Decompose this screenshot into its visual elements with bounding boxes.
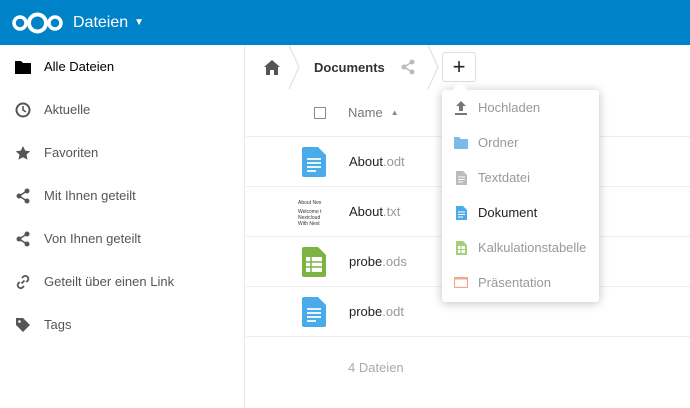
home-icon[interactable] [260,55,284,79]
file-name[interactable]: About.txt [349,204,400,219]
sidebar-item-label: Favoriten [44,145,99,160]
menu-item-label: Kalkulationstabelle [478,240,587,255]
sidebar-item-shared-with-you[interactable]: Mit Ihnen geteilt [0,174,244,217]
text-file-icon [454,170,468,185]
sidebar-item-shared-by-link[interactable]: Geteilt über einen Link [0,260,244,303]
tag-icon [14,316,32,334]
new-file-button[interactable]: + [442,52,476,82]
sort-ascending-icon: ▲ [390,108,399,117]
name-column-label: Name [348,105,383,120]
presentation-icon [454,276,468,290]
folder-icon [454,136,468,150]
star-icon [14,144,32,162]
breadcrumb-current[interactable]: Documents [314,60,385,75]
menu-item-presentation[interactable]: Präsentation [442,265,599,300]
menu-item-label: Textdatei [478,170,531,185]
document-icon [454,205,468,220]
name-column-header[interactable]: Name ▲ [348,105,399,120]
folder-icon [14,58,32,76]
sidebar: Alle Dateien Aktuelle Favoriten Mit Ihne… [0,45,245,408]
sidebar-item-label: Von Ihnen geteilt [44,231,141,246]
nextcloud-logo-icon[interactable] [10,9,65,37]
share-icon[interactable] [399,58,417,76]
link-icon [14,273,32,291]
sidebar-item-shared-by-you[interactable]: Von Ihnen geteilt [0,217,244,260]
sidebar-item-all-files[interactable]: Alle Dateien [0,45,244,88]
sidebar-item-label: Aktuelle [44,102,91,117]
app-menu-button[interactable]: Dateien ▼ [73,14,144,32]
menu-item-label: Hochladen [478,100,541,115]
spreadsheet-icon [298,246,330,278]
document-icon [298,146,330,178]
menu-item-label: Präsentation [478,275,551,290]
sidebar-item-tags[interactable]: Tags [0,303,244,346]
spreadsheet-icon [454,240,468,255]
sidebar-item-label: Mit Ihnen geteilt [44,188,136,203]
menu-item-document[interactable]: Dokument [442,195,599,230]
menu-item-upload[interactable]: Hochladen [442,90,599,125]
file-name[interactable]: probe.odt [349,304,404,319]
top-header: Dateien ▼ [0,0,690,45]
menu-item-text-file[interactable]: Textdatei [442,160,599,195]
controls-bar: Documents + [246,45,690,89]
document-icon [298,296,330,328]
text-file-thumbnail: About Nex Welcome t Nextcloud With Next [298,199,322,227]
chevron-down-icon: ▼ [134,17,145,28]
sidebar-item-label: Tags [44,317,72,332]
share-icon [14,187,32,205]
file-name[interactable]: probe.ods [349,254,407,269]
sidebar-item-recent[interactable]: Aktuelle [0,88,244,131]
new-file-menu: Hochladen Ordner Textdatei Dokument Kalk… [442,82,599,302]
file-count-summary: 4 Dateien [348,360,404,375]
sidebar-item-label: Alle Dateien [44,59,115,74]
breadcrumb-separator [288,45,300,89]
upload-icon [454,100,468,115]
sidebar-item-favorites[interactable]: Favoriten [0,131,244,174]
menu-item-spreadsheet[interactable]: Kalkulationstabelle [442,230,599,265]
select-all-checkbox[interactable] [314,106,326,119]
breadcrumb-separator [427,45,439,89]
share-icon [14,230,32,248]
file-name[interactable]: About.odt [349,154,405,169]
menu-item-label: Dokument [478,205,538,220]
sidebar-item-label: Geteilt über einen Link [44,274,175,289]
clock-icon [14,101,32,119]
menu-item-folder[interactable]: Ordner [442,125,599,160]
menu-item-label: Ordner [478,135,519,150]
app-title: Dateien [73,13,129,31]
